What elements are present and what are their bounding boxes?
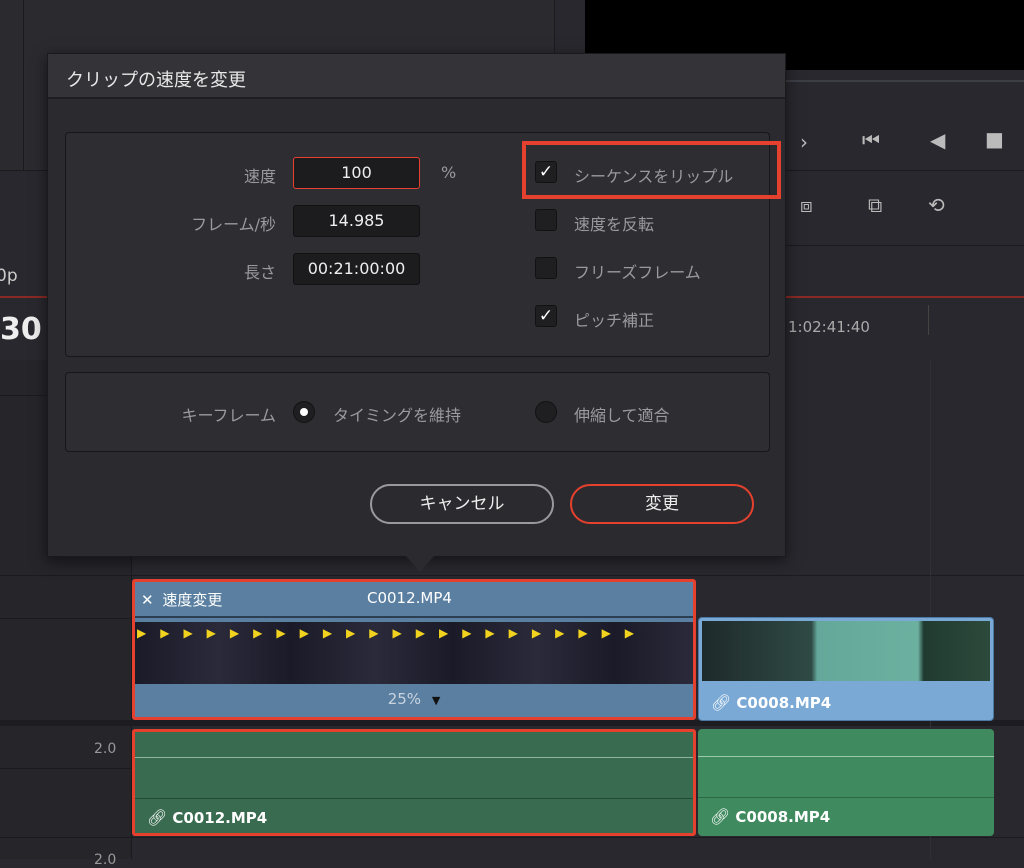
play-reverse-icon[interactable]: ◀	[930, 128, 945, 152]
clip-name: C0012.MP4	[367, 589, 452, 607]
remove-speed-icon[interactable]: ✕	[141, 591, 154, 609]
resolution-label: 0p	[0, 266, 18, 286]
speed-arrows: ▶▶▶▶▶▶▶▶▶▶▶▶▶▶▶▶▶▶▶▶▶▶	[137, 626, 649, 640]
maintain-timing-radio[interactable]	[293, 401, 315, 423]
change-clip-speed-dialog: クリップの速度を変更 速度 100 % フレーム/秒 14.985 長さ 00:…	[47, 53, 786, 557]
audio-level-label: 2.0	[94, 741, 117, 757]
insert-clip-icon[interactable]: ⧈	[800, 193, 813, 217]
clip-thumbnails: ▶▶▶▶▶▶▶▶▶▶▶▶▶▶▶▶▶▶▶▶▶▶	[135, 622, 693, 684]
audio-clip-c0008[interactable]: 🔗︎ C0008.MP4	[698, 729, 994, 836]
pitch-correction-label: ピッチ補正	[574, 311, 655, 330]
overwrite-clip-icon[interactable]: ⧉	[868, 193, 882, 217]
freeze-frame-checkbox[interactable]	[535, 257, 557, 279]
speed-percent[interactable]: 25%	[388, 690, 421, 708]
ruler-timecode: 1:02:41:40	[788, 318, 870, 336]
reverse-speed-checkbox[interactable]	[535, 209, 557, 231]
stretch-to-fit-radio[interactable]	[535, 401, 557, 423]
speed-input[interactable]: 100	[293, 157, 420, 189]
clip-name: C0008.MP4	[735, 808, 831, 826]
link-icon: 🔗︎	[710, 807, 731, 826]
speed-change-badge: 速度変更	[162, 591, 223, 609]
ripple-sequence-checkbox[interactable]: ✓	[535, 161, 557, 183]
cancel-button[interactable]: キャンセル	[370, 484, 554, 524]
stretch-to-fit-label: 伸縮して適合	[574, 406, 670, 425]
freeze-frame-label: フリーズフレーム	[574, 263, 701, 282]
duration-input[interactable]: 00:21:00:00	[293, 253, 420, 285]
maintain-timing-label: タイミングを維持	[333, 406, 462, 425]
link-icon: 🔗︎	[711, 693, 732, 712]
speed-settings-panel: 速度 100 % フレーム/秒 14.985 長さ 00:21:00:00 ✓ …	[65, 132, 781, 357]
fps-input[interactable]: 14.985	[293, 205, 420, 237]
ripple-sequence-label: シーケンスをリップル	[574, 167, 734, 186]
audio-level-label-2: 2.0	[94, 852, 117, 868]
stop-icon[interactable]: ■	[985, 127, 1004, 151]
change-button[interactable]: 変更	[570, 484, 754, 524]
keyframe-label: キーフレーム	[181, 406, 276, 425]
keyframe-panel: キーフレーム タイミングを維持 伸縮して適合	[65, 372, 770, 452]
pitch-correction-checkbox[interactable]: ✓	[535, 305, 557, 327]
clip-name: C0008.MP4	[736, 694, 832, 712]
clip-name: C0012.MP4	[172, 809, 268, 827]
speed-unit: %	[441, 163, 457, 182]
next-icon[interactable]: ›	[800, 130, 808, 154]
timecode-display: 30	[0, 312, 42, 347]
video-clip-c0012[interactable]: ✕ 速度変更 C0012.MP4 ▶▶▶▶▶▶▶▶▶▶▶▶▶▶▶▶▶▶▶▶▶▶ …	[132, 579, 696, 720]
replace-clip-icon[interactable]: ⟲	[928, 193, 945, 217]
link-icon: 🔗︎	[147, 808, 168, 827]
dialog-pointer	[406, 556, 434, 572]
reverse-speed-label: 速度を反転	[574, 215, 655, 234]
clip-thumbnails	[702, 621, 990, 681]
dialog-title: クリップの速度を変更	[48, 54, 785, 99]
skip-start-icon[interactable]: ⏮	[862, 128, 880, 152]
audio-clip-c0012[interactable]: 🔗︎ C0012.MP4	[132, 729, 696, 836]
duration-label: 長さ	[243, 263, 276, 282]
fps-label: フレーム/秒	[191, 215, 276, 234]
speed-dropdown-icon[interactable]: ▼	[432, 694, 440, 707]
speed-label: 速度	[243, 167, 276, 186]
video-clip-c0008[interactable]: 🔗︎ C0008.MP4	[698, 617, 994, 721]
